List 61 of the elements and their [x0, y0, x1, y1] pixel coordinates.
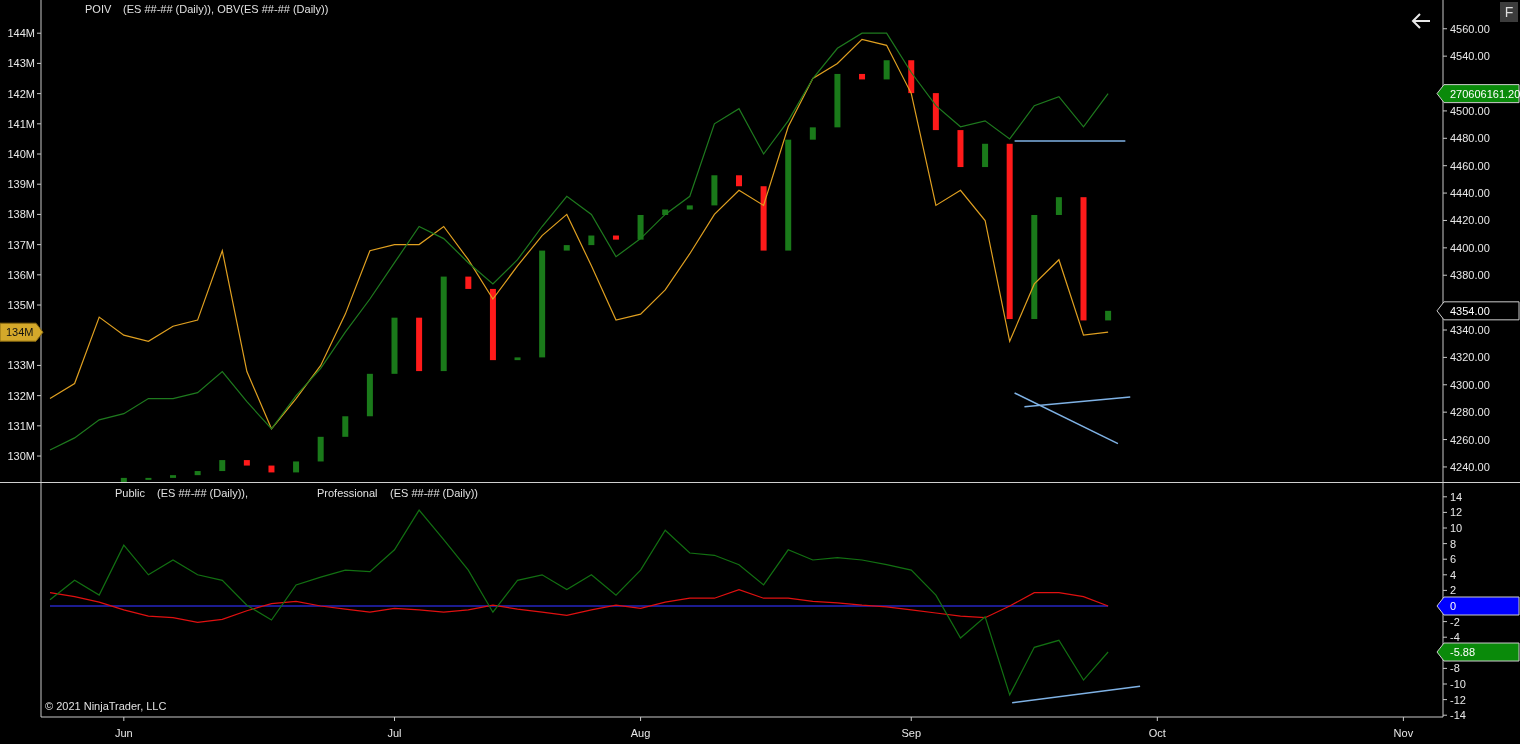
axis-label: 12 [1450, 506, 1463, 519]
axis-label: 10 [1450, 522, 1463, 534]
axis-label: 4300.00 [1450, 378, 1490, 391]
axis-label: 4260.00 [1450, 433, 1490, 446]
axis-label: 4340.00 [1450, 324, 1490, 336]
indicator-legend: (ES ##-## (Daily)), OBV(ES ##-## (Daily)) [123, 3, 329, 15]
axis-label: 131M [7, 419, 35, 432]
axis-label: 4500.00 [1450, 104, 1490, 117]
value-marker-label: 0 [1450, 600, 1457, 612]
axis-label: Nov [1393, 727, 1414, 739]
axis-label: 140M [7, 148, 35, 160]
axis-label: -14 [1450, 709, 1466, 722]
copyright-text: © 2021 NinjaTrader, LLC [45, 700, 167, 712]
axis-label: 143M [7, 57, 35, 70]
axis-label: 130M [7, 450, 35, 463]
axis-label: 4440.00 [1450, 187, 1490, 200]
price-marker-label: 4354.00 [1450, 304, 1490, 317]
axis-label: Jul [387, 727, 402, 739]
axis-label: Jun [114, 727, 133, 739]
axis-label: 4240.00 [1450, 460, 1490, 473]
axis-label: -10 [1450, 678, 1466, 690]
indicator-legend: (ES ##-## (Daily)), [157, 487, 249, 499]
axis-label: 137M [7, 238, 35, 251]
axis-label: 142M [7, 87, 35, 100]
axis-label: Aug [630, 727, 651, 739]
axis-label: Sep [901, 727, 922, 739]
indicator-legend: Public [115, 487, 145, 499]
axis-label: 135M [7, 299, 35, 312]
axis-label: 4420.00 [1450, 214, 1490, 227]
axis-label: -8 [1450, 662, 1460, 675]
axis-label: 133M [7, 359, 35, 372]
axis-label: -4 [1450, 631, 1460, 644]
axis-label: Oct [1148, 727, 1166, 739]
axis-label: 4560.00 [1450, 22, 1490, 35]
value-marker-label: 134M [6, 326, 34, 339]
axis-label: 4400.00 [1450, 241, 1490, 254]
axis-label: 14 [1450, 490, 1463, 503]
axis-label: 4480.00 [1450, 132, 1490, 145]
axis-label: 4 [1450, 568, 1457, 581]
axis-label: 141M [7, 117, 35, 130]
indicator-legend: Professional [317, 487, 378, 499]
value-marker-label: 270606161.20 [1450, 87, 1520, 100]
f-button[interactable]: F [1500, 2, 1518, 22]
axis-label: -2 [1450, 615, 1460, 628]
axis-label: 2 [1450, 584, 1457, 597]
axis-label: 6 [1450, 553, 1457, 566]
value-marker-label: -5.88 [1450, 646, 1476, 659]
axis-label: 4280.00 [1450, 406, 1490, 419]
axis-label: 132M [7, 389, 35, 402]
axis-label: 4380.00 [1450, 269, 1490, 282]
axis-label: 138M [7, 208, 35, 221]
axis-label: 139M [7, 178, 35, 191]
axis-label: 4460.00 [1450, 159, 1490, 172]
axis-label: 8 [1450, 537, 1457, 550]
axis-label: 144M [7, 27, 35, 40]
axis-label: 136M [7, 268, 35, 281]
axis-label: -12 [1450, 693, 1466, 706]
indicator-legend: POIV [85, 3, 112, 15]
axis-label: 4540.00 [1450, 50, 1490, 63]
axis-label: 4320.00 [1450, 351, 1490, 364]
indicator-legend: (ES ##-## (Daily)) [390, 487, 479, 499]
